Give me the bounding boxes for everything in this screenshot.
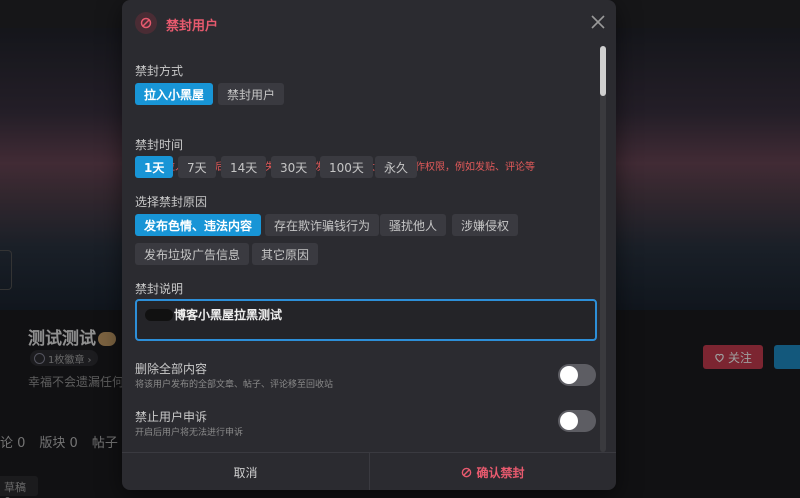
close-icon[interactable] <box>588 12 608 32</box>
no-appeal-toggle[interactable] <box>558 410 596 432</box>
reason-option-infringe[interactable]: 涉嫌侵权 <box>452 214 519 236</box>
reason-option-harass[interactable]: 骚扰他人 <box>380 214 447 236</box>
duration-option-forever[interactable]: 永久 <box>375 156 418 178</box>
ban-icon <box>135 12 157 34</box>
method-option-ban[interactable]: 禁封用户 <box>218 83 285 105</box>
delete-all-title: 删除全部内容 <box>135 362 208 376</box>
description-value: 博客小黑屋拉黑测试 <box>174 308 283 322</box>
description-label: 禁封说明 <box>135 282 184 296</box>
duration-option-1d[interactable]: 1天 <box>135 156 174 178</box>
reason-label: 选择禁封原因 <box>135 195 208 209</box>
delete-all-subtitle: 将该用户发布的全部文章、帖子、评论移至回收站 <box>135 380 334 390</box>
no-appeal-subtitle: 开启后用户将无法进行申诉 <box>135 428 244 438</box>
duration-option-7d[interactable]: 7天 <box>178 156 216 178</box>
toggle-knob <box>560 412 578 430</box>
no-appeal-title: 禁止用户申诉 <box>135 410 208 424</box>
duration-label: 禁封时间 <box>135 138 184 152</box>
cancel-button[interactable]: 取消 <box>122 453 369 490</box>
modal-footer: 取消 确认禁封 <box>122 452 616 490</box>
reason-option-fraud[interactable]: 存在欺诈骗钱行为 <box>265 214 380 236</box>
modal-body: 禁封方式 拉入小黑屋 禁封用户 将用户拉入小黑屋后，用户将失去所有的发布权限及大… <box>122 46 616 452</box>
toggle-knob <box>560 366 578 384</box>
ban-user-modal: 禁封用户 禁封方式 拉入小黑屋 禁封用户 将用户拉入小黑屋后，用户将失去所有的发… <box>122 0 616 490</box>
reason-option-spam[interactable]: 发布垃圾广告信息 <box>135 243 250 265</box>
ban-icon <box>462 467 472 477</box>
delete-all-toggle[interactable] <box>558 364 596 386</box>
modal-title: 禁封用户 <box>166 19 219 34</box>
description-input[interactable]: 博客小黑屋拉黑测试 <box>135 299 597 341</box>
method-label: 禁封方式 <box>135 64 184 78</box>
confirm-ban-button[interactable]: 确认禁封 <box>369 453 616 490</box>
duration-option-100d[interactable]: 100天 <box>320 156 373 178</box>
duration-option-14d[interactable]: 14天 <box>221 156 267 178</box>
duration-option-30d[interactable]: 30天 <box>271 156 317 178</box>
redacted-text <box>145 308 173 321</box>
modal-scrollbar[interactable] <box>598 46 608 452</box>
scroll-thumb[interactable] <box>600 46 606 96</box>
modal-header: 禁封用户 <box>122 0 616 46</box>
method-option-blackroom[interactable]: 拉入小黑屋 <box>135 83 214 105</box>
reason-option-illegal[interactable]: 发布色情、违法内容 <box>135 214 262 236</box>
reason-option-other[interactable]: 其它原因 <box>252 243 319 265</box>
